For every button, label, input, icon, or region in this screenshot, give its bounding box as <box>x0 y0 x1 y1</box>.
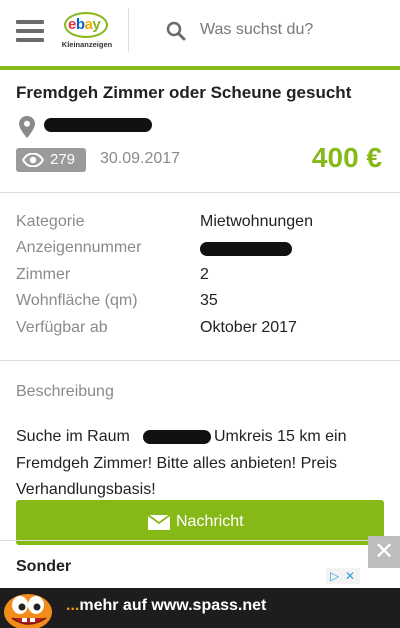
search-input[interactable] <box>200 18 390 42</box>
detail-row-wohnflaeche: Wohnfläche (qm) 35 <box>16 292 386 316</box>
message-button-label: Nachricht <box>176 513 244 530</box>
description-line: Umkreis 15 km ein <box>214 428 346 446</box>
description-line: Verhandlungsbasis! <box>16 481 156 498</box>
detail-value: 35 <box>200 292 218 309</box>
detail-key: Verfügbar ab <box>16 319 108 336</box>
watermark-dots: ... <box>66 597 80 614</box>
message-button[interactable]: Nachricht <box>16 500 384 545</box>
search-icon[interactable] <box>166 21 186 41</box>
logo-subtitle: Kleinanzeigen <box>61 40 113 49</box>
redacted-ad-number <box>200 242 292 256</box>
detail-value: Oktober 2017 <box>200 319 297 336</box>
detail-row-kategorie: Kategorie Mietwohnungen <box>16 213 386 237</box>
detail-row-verfuegbar: Verfügbar ab Oktober 2017 <box>16 319 386 343</box>
detail-row-zimmer: Zimmer 2 <box>16 266 386 290</box>
close-ad-button[interactable]: ✕ <box>368 536 400 568</box>
detail-value: 2 <box>200 266 209 283</box>
redacted-location <box>44 118 152 132</box>
eye-icon <box>22 153 44 167</box>
cut-off-heading: Sonder <box>16 558 72 572</box>
header-accent-bar <box>0 66 400 70</box>
divider <box>0 360 400 361</box>
watermark-url: mehr auf www.spass.net <box>79 597 267 614</box>
description-heading: Beschreibung <box>16 383 114 400</box>
description-text: Umkreis 15 km ein <box>214 428 347 445</box>
menu-icon[interactable] <box>16 20 44 42</box>
location-pin-icon <box>19 116 35 138</box>
description-line: Suche im Raum <box>16 428 130 446</box>
detail-value: Mietwohnungen <box>200 213 313 230</box>
description-text: Suche im Raum <box>16 428 130 445</box>
envelope-icon <box>148 515 170 530</box>
watermark-footer: ...mehr auf www.spass.net <box>0 588 400 628</box>
detail-key: Kategorie <box>16 213 85 230</box>
detail-key: Zimmer <box>16 266 71 283</box>
redacted-area <box>143 430 211 444</box>
description-line: Fremdgeh Zimmer! Bitte alles anbieten! P… <box>16 455 338 472</box>
mascot-logo <box>4 594 52 628</box>
views-badge: 279 <box>16 148 86 172</box>
view-count: 279 <box>50 151 76 168</box>
divider <box>0 540 400 541</box>
app-header: ebay Kleinanzeigen <box>0 0 400 66</box>
detail-key: Wohnfläche (qm) <box>16 292 138 309</box>
listing-title: Fremdgeh Zimmer oder Scheune gesucht <box>16 83 352 102</box>
divider <box>0 192 400 193</box>
ebay-kleinanzeigen-logo[interactable]: ebay Kleinanzeigen <box>58 10 114 50</box>
listing-price: 400 € <box>311 142 382 173</box>
listing-date: 30.09.2017 <box>100 150 181 167</box>
adchoices-icon[interactable]: ▷ ✕ <box>326 568 360 584</box>
header-divider <box>128 8 129 52</box>
detail-key: Anzeigennummer <box>16 239 142 256</box>
watermark-text: ...mehr auf www.spass.net <box>66 597 266 615</box>
